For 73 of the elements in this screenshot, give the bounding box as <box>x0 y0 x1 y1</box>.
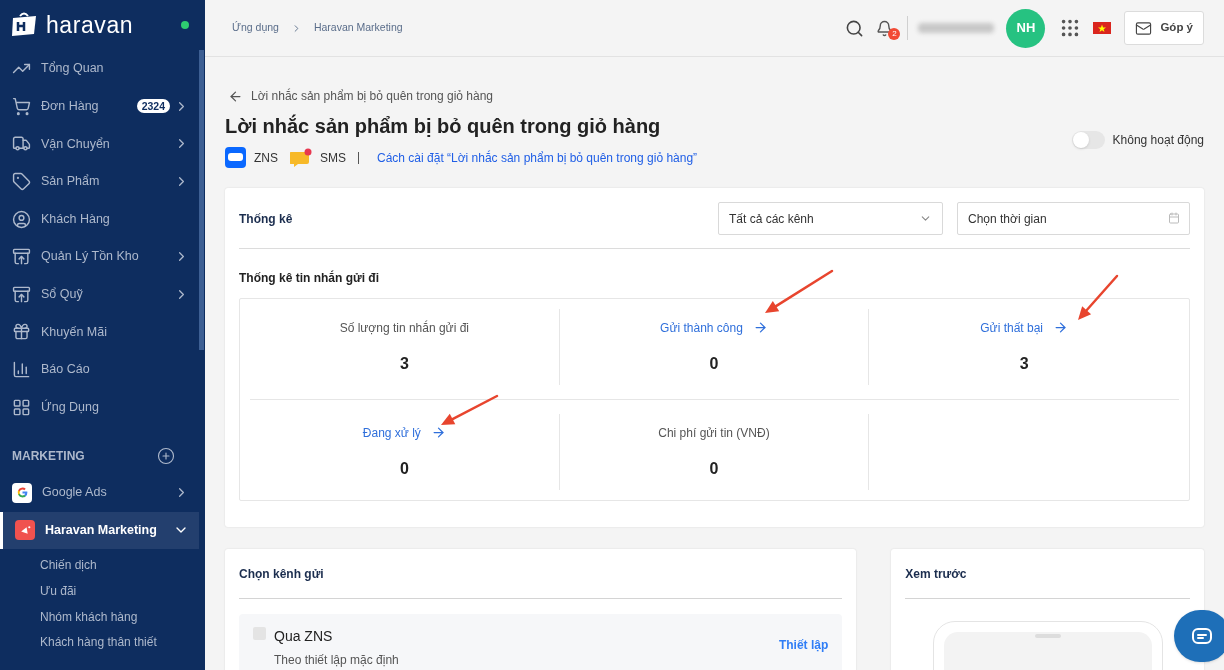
annotation-arrow <box>765 269 834 313</box>
breadcrumb-link[interactable]: Ứng dụng <box>232 20 279 36</box>
metric-value: 0 <box>709 353 719 374</box>
back-link[interactable]: Lời nhắc sản phẩm bị bỏ quên trong giỏ hàng <box>251 87 494 105</box>
count-badge: 2324 <box>136 99 170 114</box>
card-title: Xem trước <box>905 565 1190 599</box>
apps-grid-icon <box>12 397 31 417</box>
channel-label: SMS <box>320 149 346 167</box>
metric-label: Chi phí gửi tin (VNĐ) <box>658 424 770 442</box>
status-label: Không hoạt động <box>1112 132 1204 149</box>
submenu-item[interactable]: Khách hàng thân thiết <box>0 630 199 656</box>
search-icon[interactable] <box>845 18 865 38</box>
page-title: Lời nhắc sản phẩm bị bỏ quên trong giỏ hàng <box>225 113 662 139</box>
bar-chart-icon <box>12 360 31 380</box>
sidebar-item[interactable]: Sản Phẩm <box>0 162 199 201</box>
metric-value: 0 <box>709 458 719 479</box>
megaphone-app-icon <box>15 520 35 541</box>
cart-icon <box>12 96 31 116</box>
metric-link[interactable]: Gửi thành công <box>660 318 768 337</box>
submenu-item[interactable]: Chiến dịch <box>0 553 199 579</box>
sidebar-item[interactable]: Haravan Marketing <box>0 511 199 550</box>
sidebar-item[interactable]: Quản Lý Tồn Kho <box>0 237 199 276</box>
annotation-arrow <box>441 394 499 425</box>
section-title: Thống kê tin nhắn gửi đi <box>239 269 380 287</box>
sms-chat-icon <box>290 147 312 168</box>
sidebar-item[interactable]: Đơn Hàng 2324 <box>0 87 199 126</box>
sidebar-item[interactable]: Google Ads <box>0 473 199 512</box>
time-field[interactable]: Chọn thời gian <box>957 202 1190 235</box>
channel-option[interactable]: Qua ZNS Theo thiết lập mặc định Thiết lập <box>239 614 843 670</box>
box-arrow-icon <box>12 247 31 267</box>
channel-label: ZNS <box>254 149 278 167</box>
card-title: Thống kê <box>239 210 293 228</box>
submenu-item[interactable]: Nhóm khách hàng <box>0 604 199 631</box>
annotation-arrow <box>1078 274 1119 320</box>
setup-link[interactable]: Thiết lập <box>778 636 829 669</box>
google-logo-icon <box>12 482 32 503</box>
sidebar-item[interactable]: Báo Cáo <box>0 350 199 389</box>
gift-icon <box>12 322 31 342</box>
sidebar-item[interactable]: Khuyến Mãi <box>0 313 199 351</box>
sidebar-item[interactable]: Vận Chuyển <box>0 125 199 163</box>
channel-dropdown[interactable]: Tất cả các kênh <box>718 202 943 235</box>
metric-value: 3 <box>399 353 409 374</box>
metric-link[interactable]: Gửi thất bại <box>980 318 1068 337</box>
vietnam-flag-icon[interactable] <box>1093 22 1112 34</box>
sidebar-item[interactable]: Ứng Dụng <box>0 388 199 426</box>
box-arrow-icon <box>12 284 31 304</box>
metric-link[interactable]: Đang xử lý <box>362 423 446 442</box>
metric-value: 3 <box>1019 353 1029 374</box>
metric-label: Số lượng tin nhắn gửi đi <box>339 319 469 337</box>
sidebar-item[interactable]: Khách Hàng <box>0 200 199 238</box>
option-description: Theo thiết lập mặc định <box>274 652 399 669</box>
guide-link[interactable]: Cách cài đặt “Lời nhắc sản phẩm bị bỏ quên trong giỏ hàng” <box>377 148 698 167</box>
section-heading: MARKETING <box>12 447 85 465</box>
metric-value: 0 <box>399 458 409 479</box>
submenu-item[interactable]: Ưu đãi <box>0 578 199 605</box>
scrollbar[interactable] <box>199 50 204 350</box>
card-title: Chọn kênh gửi <box>239 565 843 599</box>
breadcrumb-link[interactable]: Haravan Marketing <box>313 20 403 36</box>
tag-icon <box>12 172 31 192</box>
sidebar-item[interactable]: Sổ Quỹ <box>0 275 199 314</box>
feedback-button[interactable]: Góp ý <box>1124 11 1204 45</box>
chat-app-logo-icon <box>225 147 246 168</box>
calendar-icon <box>1168 212 1180 224</box>
notification-count: 2 <box>888 27 901 40</box>
user-circle-icon <box>12 209 31 229</box>
logo-text: haravan <box>46 13 134 37</box>
sidebar-item[interactable]: Tổng Quan <box>0 50 199 88</box>
mail-icon <box>1135 19 1153 37</box>
truck-icon <box>12 134 31 154</box>
status-toggle[interactable] <box>1071 131 1105 149</box>
chat-icon <box>1192 628 1212 644</box>
option-label: Qua ZNS <box>274 627 334 646</box>
add-circle-icon[interactable] <box>157 446 175 465</box>
